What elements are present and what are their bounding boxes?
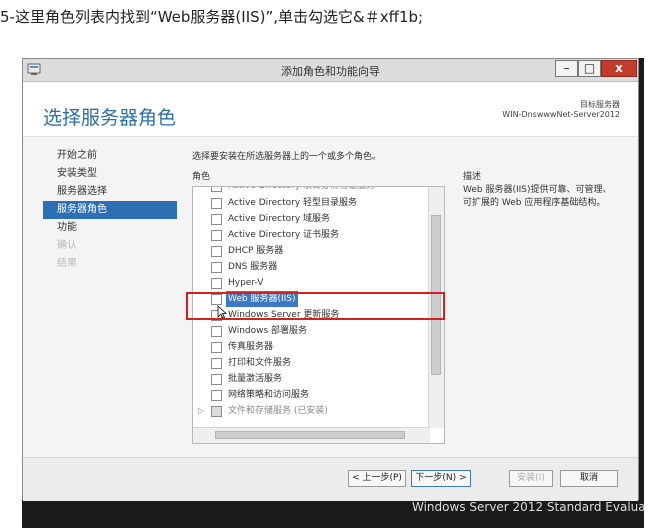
page-title: 选择服务器角色 bbox=[43, 107, 177, 129]
nav-item-results: 结果 bbox=[57, 258, 77, 269]
list-item[interactable]: Active Directory 轻型目录服务 bbox=[193, 195, 430, 211]
checkbox[interactable] bbox=[211, 262, 222, 273]
role-label: 批量激活服务 bbox=[228, 374, 283, 384]
list-item[interactable]: Hyper-V bbox=[193, 275, 430, 291]
checkbox[interactable] bbox=[211, 278, 222, 289]
instruction-text: 选择要安装在所选服务器上的一个或多个角色。 bbox=[192, 152, 382, 162]
list-item: Active Directory 联合身份验证服务 bbox=[193, 186, 430, 194]
maximize-button[interactable]: □ bbox=[578, 60, 601, 77]
wizard-nav: 开始之前 安装类型 服务器选择 服务器角色 功能 确认 结果 bbox=[43, 147, 177, 273]
checkbox[interactable] bbox=[211, 326, 222, 337]
role-description: Web 服务器(IIS)提供可靠、可管理、可扩展的 Web 应用程序基础结构。 bbox=[463, 185, 612, 208]
checkbox[interactable] bbox=[211, 246, 222, 257]
previous-button[interactable]: < 上一步(P) bbox=[348, 470, 406, 487]
role-label: 网络策略和访问服务 bbox=[228, 390, 310, 400]
wizard-window: 添加角色和功能向导 – □ x 选择服务器角色 目标服务器 WIN-Dnswww… bbox=[22, 58, 639, 501]
list-item[interactable]: Windows 部署服务 bbox=[193, 323, 430, 339]
next-button[interactable]: 下一步(N) > bbox=[411, 470, 471, 487]
checkbox bbox=[211, 406, 222, 417]
role-label: 传真服务器 bbox=[228, 342, 274, 352]
wizard-header: 选择服务器角色 目标服务器 WIN-DnswwwNet-Server2012 bbox=[23, 82, 638, 137]
checkbox[interactable] bbox=[211, 390, 222, 401]
role-label: DNS 服务器 bbox=[228, 262, 278, 272]
role-label: 文件和存储服务 (已安装) bbox=[228, 406, 328, 416]
install-button: 安装(I) bbox=[509, 470, 553, 487]
list-item[interactable]: Active Directory 证书服务 bbox=[193, 227, 430, 243]
checkbox[interactable] bbox=[211, 358, 222, 369]
highlight-annotation bbox=[186, 292, 445, 320]
checkbox bbox=[211, 187, 222, 192]
role-label: DHCP 服务器 bbox=[228, 246, 284, 256]
horizontal-scroll-thumb[interactable] bbox=[215, 431, 405, 439]
window-title: 添加角色和功能向导 bbox=[281, 65, 380, 78]
cancel-button[interactable]: 取消 bbox=[560, 470, 618, 487]
description-header: 描述 bbox=[463, 172, 482, 182]
destination-server-name: WIN-DnswwwNet-Server2012 bbox=[502, 110, 620, 119]
list-item[interactable]: 打印和文件服务 bbox=[193, 355, 430, 371]
minimize-button[interactable]: – bbox=[555, 60, 578, 77]
role-label: Active Directory 轻型目录服务 bbox=[228, 198, 358, 208]
roles-header: 角色 bbox=[192, 172, 211, 182]
role-label: Active Directory 联合身份验证服务 bbox=[228, 186, 376, 191]
role-label: Active Directory 证书服务 bbox=[228, 230, 340, 240]
role-label: 打印和文件服务 bbox=[228, 358, 292, 368]
list-item[interactable]: 网络策略和访问服务 bbox=[193, 387, 430, 403]
tutorial-caption: 5-这里角色列表内找到“Web服务器(IIS)”,单击勾选它&＃xff1b; bbox=[0, 8, 424, 26]
checkbox[interactable] bbox=[211, 198, 222, 209]
role-label: Windows 部署服务 bbox=[228, 326, 308, 336]
list-item[interactable]: 批量激活服务 bbox=[193, 371, 430, 387]
nav-item-before-you-begin[interactable]: 开始之前 bbox=[43, 147, 177, 165]
nav-item-server-selection[interactable]: 服务器选择 bbox=[43, 183, 177, 201]
role-label: Active Directory 域服务 bbox=[228, 214, 331, 224]
horizontal-scrollbar[interactable] bbox=[193, 427, 430, 443]
nav-item-features[interactable]: 功能 bbox=[43, 219, 177, 237]
checkbox[interactable] bbox=[211, 374, 222, 385]
close-button[interactable]: x bbox=[601, 60, 637, 77]
checkbox[interactable] bbox=[211, 214, 222, 225]
nav-item-installation-type[interactable]: 安装类型 bbox=[43, 165, 177, 183]
destination-server-label: 目标服务器 bbox=[580, 100, 620, 109]
list-item[interactable]: 传真服务器 bbox=[193, 339, 430, 355]
os-watermark: Windows Server 2012 Standard Evaluation bbox=[412, 500, 644, 514]
expand-arrow-icon[interactable]: ▷ bbox=[198, 403, 204, 419]
nav-item-server-roles[interactable]: 服务器角色 bbox=[43, 201, 177, 219]
list-item[interactable]: DNS 服务器 bbox=[193, 259, 430, 275]
screenshot-area: 添加角色和功能向导 – □ x 选择服务器角色 目标服务器 WIN-Dnswww… bbox=[22, 58, 644, 528]
checkbox[interactable] bbox=[211, 230, 222, 241]
list-item[interactable]: ▷ 文件和存储服务 (已安装) bbox=[193, 403, 430, 419]
nav-item-confirmation: 确认 bbox=[57, 240, 77, 251]
role-label: Hyper-V bbox=[228, 278, 264, 288]
checkbox[interactable] bbox=[211, 342, 222, 353]
wizard-footer: < 上一步(P) 下一步(N) > 安装(I) 取消 bbox=[23, 457, 638, 501]
list-item[interactable]: DHCP 服务器 bbox=[193, 243, 430, 259]
list-item[interactable]: Active Directory 域服务 bbox=[193, 211, 430, 227]
title-bar: 添加角色和功能向导 – □ x bbox=[23, 59, 638, 82]
